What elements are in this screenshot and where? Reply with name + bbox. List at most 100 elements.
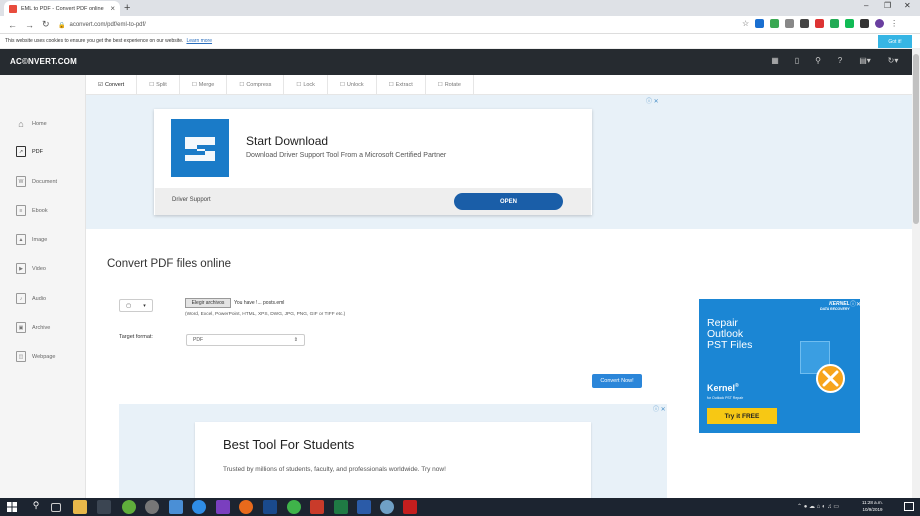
audio-icon: ♪ bbox=[16, 293, 26, 304]
got-it-button[interactable]: Got it! bbox=[878, 35, 912, 48]
app-icon[interactable] bbox=[169, 500, 183, 514]
ad-open-button[interactable]: OPEN bbox=[454, 193, 563, 210]
browser-tab[interactable]: EML to PDF - Convert PDF online × bbox=[4, 1, 120, 16]
firefox-icon[interactable] bbox=[239, 500, 253, 514]
kernel-headline: Repair Outlook PST Files bbox=[707, 318, 752, 351]
clock-time: 11:28 a.m. bbox=[862, 500, 883, 505]
tab-compress[interactable]: ☐ Compress bbox=[227, 75, 285, 94]
windows-start-icon[interactable] bbox=[7, 502, 17, 512]
sidebar-item-audio[interactable]: ♪ Audio bbox=[16, 293, 46, 304]
search-icon[interactable]: ⚲ bbox=[29, 500, 43, 514]
checkbox-icon: ☐ bbox=[339, 81, 345, 88]
app-icon[interactable] bbox=[122, 500, 136, 514]
sidebar-item-document[interactable]: W Document bbox=[16, 176, 57, 187]
sidebar-item-webpage[interactable]: ◫ Webpage bbox=[16, 351, 55, 362]
tablet-icon[interactable]: ▯ bbox=[790, 56, 804, 68]
settings-icon[interactable] bbox=[145, 500, 159, 514]
ad-choices-icon[interactable]: ⓘ ✕ bbox=[653, 404, 666, 413]
ad-title[interactable]: Start Download bbox=[246, 134, 328, 148]
file-explorer-icon[interactable] bbox=[73, 500, 87, 514]
checkbox-icon: ☐ bbox=[191, 81, 197, 88]
ad-choices-icon[interactable]: ⓘ✕ bbox=[850, 299, 861, 308]
sidebar-item-image[interactable]: ▲ Image bbox=[16, 234, 47, 245]
kernel-headline-line: PST Files bbox=[707, 339, 753, 351]
tab-convert[interactable]: ☑ Convert bbox=[86, 75, 138, 94]
menu-icon[interactable]: ⋮ bbox=[890, 19, 898, 28]
profile-avatar[interactable] bbox=[875, 19, 885, 28]
site-logo[interactable]: AC©NVERT.COM bbox=[10, 57, 77, 66]
sidebar-item-pdf[interactable]: ↗ PDF bbox=[16, 146, 43, 157]
extension-icon[interactable] bbox=[830, 19, 840, 28]
close-tab-icon[interactable]: × bbox=[110, 4, 115, 13]
extension-icon[interactable] bbox=[755, 19, 765, 28]
sidebar-item-archive[interactable]: ▣ Archive bbox=[16, 322, 50, 333]
word-icon[interactable] bbox=[357, 500, 371, 514]
app-icon[interactable] bbox=[380, 500, 394, 514]
tab-merge[interactable]: ☐ Merge bbox=[180, 75, 228, 94]
forward-icon[interactable]: → bbox=[25, 20, 34, 30]
sidebar-item-ebook[interactable]: ≡ Ebook bbox=[16, 205, 48, 216]
tab-lock[interactable]: ☐ Lock bbox=[284, 75, 328, 94]
tab-unlock[interactable]: ☐ Unlock bbox=[328, 75, 377, 94]
tab-split[interactable]: ☐ Split bbox=[137, 75, 180, 94]
convert-now-button[interactable]: Convert Now! bbox=[592, 374, 642, 388]
task-view-icon[interactable] bbox=[51, 503, 61, 512]
address-bar[interactable]: 🔒 aconvert.com/pdf/eml-to-pdf/ bbox=[58, 18, 758, 32]
learn-more-link[interactable]: Learn more bbox=[186, 38, 212, 44]
bookmark-star-icon[interactable]: ☆ bbox=[742, 19, 749, 28]
tab-rotate[interactable]: ☐ Rotate bbox=[426, 75, 474, 94]
sidebar-item-label: Webpage bbox=[32, 353, 56, 360]
system-tray[interactable]: ⌃ ● ☁ ⌂ ◐ ♫ ▭ bbox=[797, 503, 839, 510]
close-window-icon[interactable]: ✕ bbox=[904, 1, 911, 10]
target-format-select[interactable]: PDF ⇕ bbox=[186, 334, 305, 346]
powerpoint-icon[interactable] bbox=[310, 500, 324, 514]
grid-icon[interactable]: ▦ bbox=[768, 56, 782, 68]
minimize-icon[interactable]: – bbox=[864, 1, 868, 10]
sidebar-item-label: Audio bbox=[32, 295, 47, 302]
clock-date: 10/9/2019 bbox=[862, 507, 883, 512]
refresh-dropdown-icon[interactable]: ↻▾ bbox=[884, 56, 902, 68]
extension-icon[interactable] bbox=[785, 19, 795, 28]
try-free-button[interactable]: Try it FREE bbox=[707, 408, 777, 424]
ad-choices-icon[interactable]: ⓘ ✕ bbox=[646, 96, 659, 105]
help-icon[interactable]: ? bbox=[833, 56, 847, 68]
target-format-label: Target format: bbox=[119, 334, 153, 340]
extension-icon[interactable] bbox=[800, 19, 810, 28]
source-selector[interactable]: ▢ ▾ bbox=[119, 299, 153, 312]
checkbox-icon: ☐ bbox=[239, 81, 245, 88]
cookie-bar: This website uses cookies to ensure you … bbox=[0, 34, 920, 49]
tab-label: Convert bbox=[104, 81, 125, 88]
file-dropdown-icon[interactable]: ▤▾ bbox=[856, 56, 874, 68]
ad-title[interactable]: Best Tool For Students bbox=[223, 437, 354, 452]
extension-icon[interactable] bbox=[770, 19, 780, 28]
restore-icon[interactable]: ❐ bbox=[884, 1, 891, 10]
search-icon[interactable]: ⚲ bbox=[811, 56, 825, 68]
extension-icon[interactable] bbox=[860, 19, 870, 28]
reload-icon[interactable]: ↻ bbox=[42, 19, 50, 30]
kernel-brand: KERNEL DATA RECOVERY bbox=[820, 301, 850, 311]
sidebar-item-video[interactable]: ▶ Video bbox=[16, 263, 46, 274]
extension-icon[interactable] bbox=[815, 19, 825, 28]
tab-label: Compress bbox=[246, 81, 272, 88]
ad-subtitle: Download Driver Support Tool From a Micr… bbox=[246, 152, 447, 159]
back-icon[interactable]: ← bbox=[8, 20, 17, 30]
extension-icon[interactable] bbox=[845, 19, 855, 28]
notifications-icon[interactable] bbox=[904, 502, 914, 511]
excel-icon[interactable] bbox=[334, 500, 348, 514]
taskbar-clock[interactable]: 11:28 a.m. 10/9/2019 bbox=[862, 499, 883, 513]
target-format-value: PDF bbox=[193, 337, 203, 343]
tab-label: Merge bbox=[198, 81, 215, 88]
visual-studio-icon[interactable] bbox=[216, 500, 230, 514]
tab-extract[interactable]: ☐ Extract bbox=[377, 75, 426, 94]
sidebar-item-label: PDF bbox=[32, 148, 43, 155]
ad-card[interactable] bbox=[195, 422, 591, 498]
chrome-icon[interactable] bbox=[97, 500, 111, 514]
app-icon[interactable] bbox=[263, 500, 277, 514]
app-icon[interactable] bbox=[287, 500, 301, 514]
acrobat-icon[interactable] bbox=[403, 500, 417, 514]
app-icon[interactable] bbox=[192, 500, 206, 514]
sidebar-item-home[interactable]: ⌂ Home bbox=[16, 118, 46, 129]
choose-file-button[interactable]: Elegir archivos bbox=[185, 298, 231, 308]
scrollbar-thumb[interactable] bbox=[913, 54, 919, 224]
new-tab-button[interactable]: + bbox=[124, 2, 130, 14]
